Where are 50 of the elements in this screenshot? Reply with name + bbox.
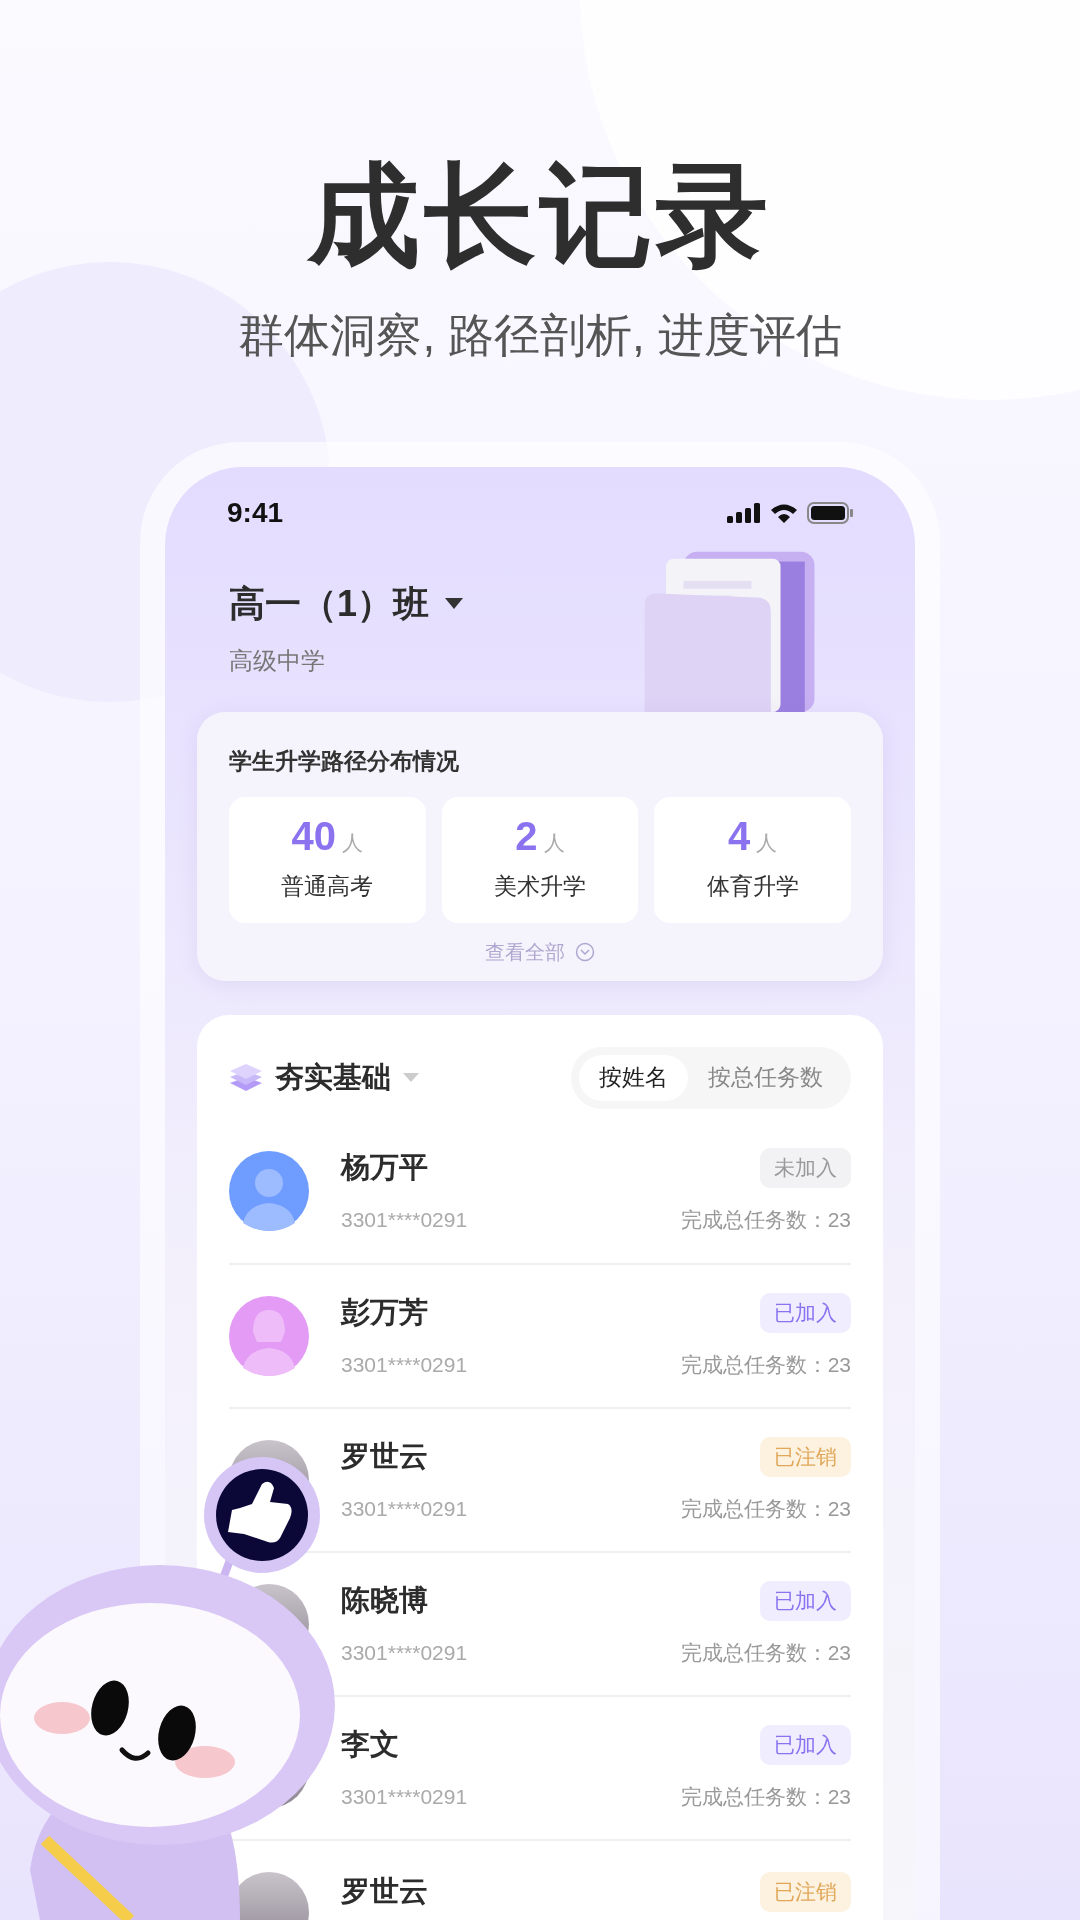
- status-badge: 已注销: [760, 1437, 851, 1477]
- signal-icon: [727, 503, 761, 523]
- class-title[interactable]: 高一（1）班: [229, 577, 430, 631]
- student-id: 3301****0291: [341, 1351, 468, 1378]
- status-time: 9:41: [227, 496, 284, 530]
- sort-tab[interactable]: 按姓名: [579, 1054, 688, 1101]
- student-name: 罗世云: [341, 1439, 428, 1474]
- status-badge: 已加入: [760, 1725, 851, 1765]
- card-title: 学生升学路径分布情况: [229, 747, 460, 776]
- stat-label: 普通高考: [281, 871, 374, 901]
- student-name: 杨万平: [341, 1150, 428, 1185]
- task-count: 完成总任务数：23: [680, 1783, 851, 1810]
- battery-icon: [807, 502, 853, 524]
- status-badge: 已加入: [760, 1293, 851, 1333]
- task-count: 完成总任务数：23: [680, 1206, 851, 1233]
- student-name: 陈晓博: [341, 1583, 428, 1618]
- hero-title: 成长记录: [308, 160, 772, 272]
- stat-label: 美术升学: [494, 871, 586, 901]
- student-id: 3301****0291: [341, 1783, 468, 1810]
- stat-tile[interactable]: 40 人 普通高考: [229, 796, 426, 923]
- hero-subtitle: 群体洞察, 路径剖析, 进度评估: [238, 312, 842, 358]
- status-badge: 已加入: [760, 1581, 851, 1621]
- stat-value: 2: [515, 816, 538, 856]
- stat-tile[interactable]: 4 人 体育升学: [654, 796, 851, 923]
- task-count: 完成总任务数：23: [680, 1639, 851, 1666]
- student-name: 彭万芳: [341, 1295, 428, 1330]
- stat-value: 40: [291, 816, 337, 856]
- stat-tile[interactable]: 2 人 美术升学: [441, 796, 639, 923]
- avatar-icon: [229, 1150, 309, 1231]
- wifi-icon: [769, 502, 799, 524]
- task-count: 完成总任务数：23: [680, 1495, 851, 1522]
- status-badge: 已注销: [760, 1872, 851, 1912]
- student-id: 3301****0291: [341, 1639, 468, 1666]
- stat-label: 体育升学: [706, 871, 799, 901]
- school-name: 高级中学: [229, 646, 326, 676]
- stat-unit: 人: [342, 830, 364, 856]
- status-badge: 未加入: [760, 1148, 851, 1188]
- avatar-icon: [229, 1295, 309, 1376]
- student-id: 3301****0291: [341, 1206, 468, 1233]
- layers-icon: [229, 1062, 263, 1093]
- chevron-down-icon[interactable]: [575, 941, 595, 962]
- stat-unit: 人: [756, 830, 778, 856]
- student-name: 罗世云: [341, 1874, 428, 1910]
- stat-value: 4: [728, 816, 751, 856]
- task-count: 完成总任务数：23: [680, 1351, 851, 1378]
- caret-icon[interactable]: [445, 598, 464, 610]
- student-name: 李文: [341, 1727, 399, 1762]
- category-selector[interactable]: 夯实基础: [275, 1055, 391, 1100]
- student-id: 3301****0291: [341, 1495, 468, 1522]
- stat-unit: 人: [543, 830, 565, 856]
